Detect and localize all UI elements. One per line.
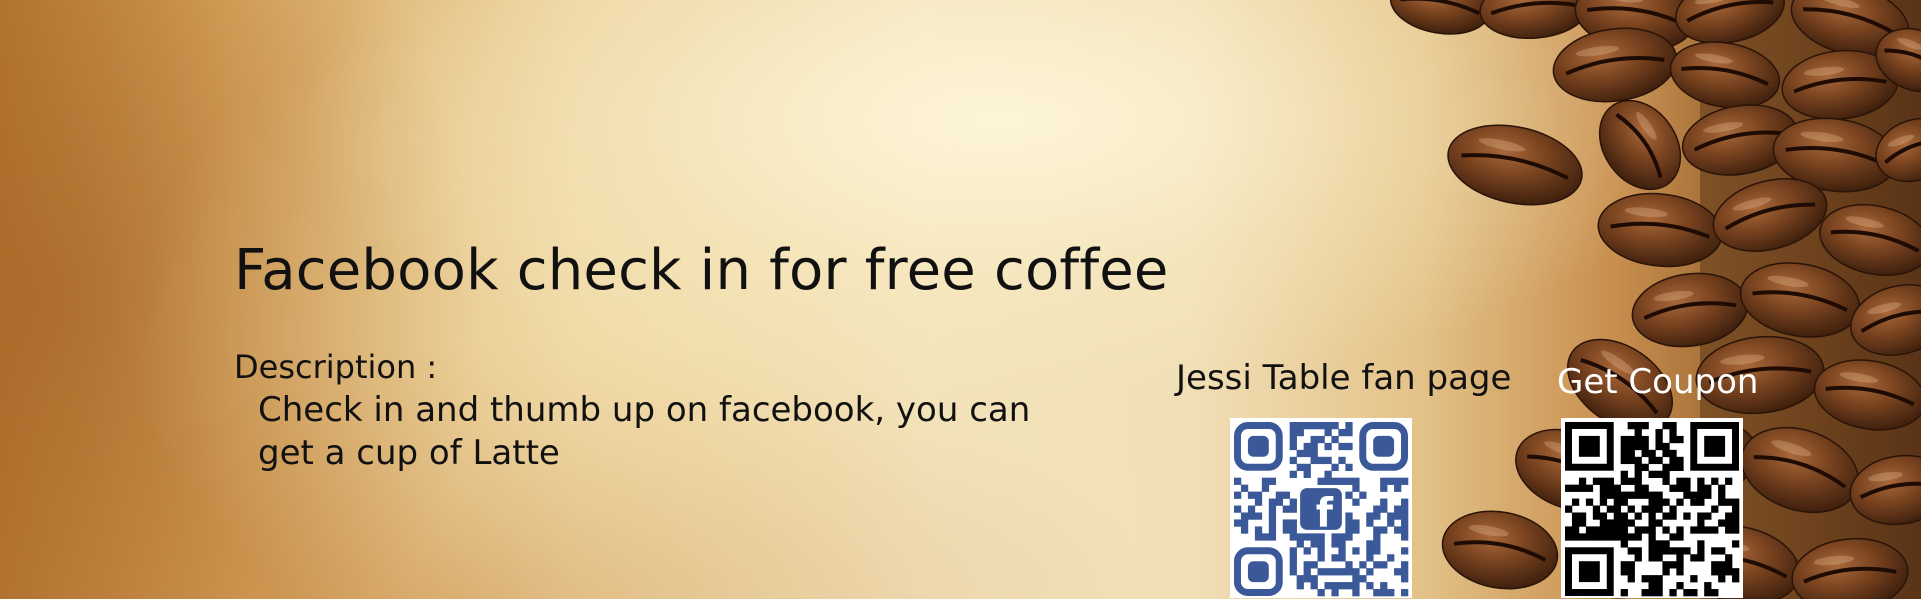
coffee-bean xyxy=(1447,124,1583,206)
coupon-label: Get Coupon xyxy=(1557,362,1759,402)
page-title: Facebook check in for free coffee xyxy=(234,238,1169,303)
description-label: Description : xyxy=(234,348,438,386)
coffee-bean xyxy=(1598,99,1682,191)
description-line-1: Check in and thumb up on facebook, you c… xyxy=(258,390,1031,430)
coffee-promo-banner: Facebook check in for free coffee Descri… xyxy=(0,0,1921,602)
description-line-2: get a cup of Latte xyxy=(258,433,560,473)
svg-text:f: f xyxy=(1316,491,1334,537)
fan-page-label: Jessi Table fan page xyxy=(1176,358,1512,398)
coffee-bean xyxy=(1441,510,1559,590)
fan-page-qr-code[interactable]: f xyxy=(1230,418,1412,598)
coffee-bean xyxy=(1389,0,1491,35)
coupon-qr-code[interactable] xyxy=(1561,418,1743,598)
